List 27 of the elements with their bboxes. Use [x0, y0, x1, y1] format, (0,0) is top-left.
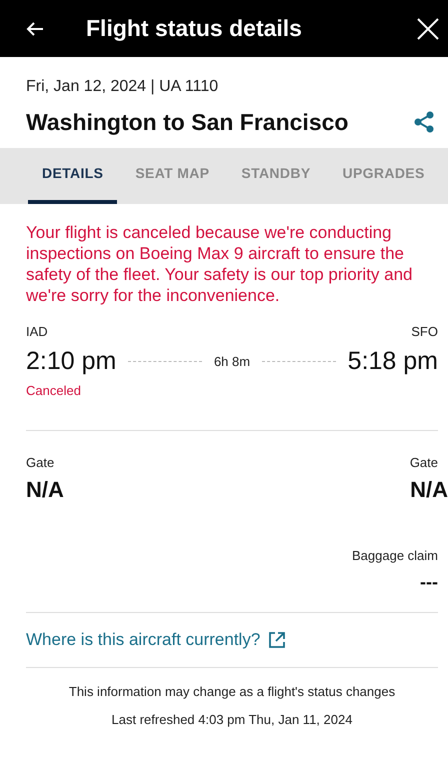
flight-duration: 6h 8m [214, 353, 250, 371]
baggage-claim-label: Baggage claim [352, 546, 438, 565]
arrival-time: 5:18 pm [348, 346, 438, 377]
external-link-icon[interactable] [268, 631, 286, 649]
info-note: This information may change as a flight's status changes [68, 683, 396, 701]
tab[interactable]: DETAILS [28, 148, 118, 204]
cancellation-message: Your flight is canceled because we're conducting inspections on Boeing Max 9 aircraft to ensure the safety of the fleet. Your safety is our top priority and we're sorry for the inconvenience. [26, 222, 414, 306]
aircraft-location-link[interactable]: Where is this aircraft currently? [26, 627, 260, 653]
last-refreshed-text: Last refreshed 4:03 pm Thu, Jan 11, 2024 [110, 710, 354, 729]
gate-value: N/A [26, 476, 64, 504]
gate-label: Gate [26, 454, 56, 472]
share-icon[interactable] [414, 111, 434, 134]
gate-label: Gate [410, 454, 438, 472]
destination-code: SFO [411, 322, 438, 340]
baggage-claim-value: --- [420, 571, 438, 594]
flight-status: Canceled [26, 382, 82, 400]
close-icon[interactable] [416, 16, 440, 40]
tab[interactable]: UPGRADES [328, 148, 439, 204]
route-title: Washington to San Francisco [26, 108, 348, 137]
gate-value: N/A [410, 476, 448, 504]
flight-date-number: Fri, Jan 12, 2024 | UA 1110 [26, 77, 220, 97]
tab[interactable]: SEAT MAP [121, 148, 224, 204]
tab[interactable]: STANDBY [227, 148, 325, 204]
origin-code: IAD [26, 322, 48, 340]
screen-title: Flight status details [86, 14, 302, 44]
back-icon[interactable] [26, 20, 44, 36]
departure-time: 2:10 pm [26, 346, 116, 377]
